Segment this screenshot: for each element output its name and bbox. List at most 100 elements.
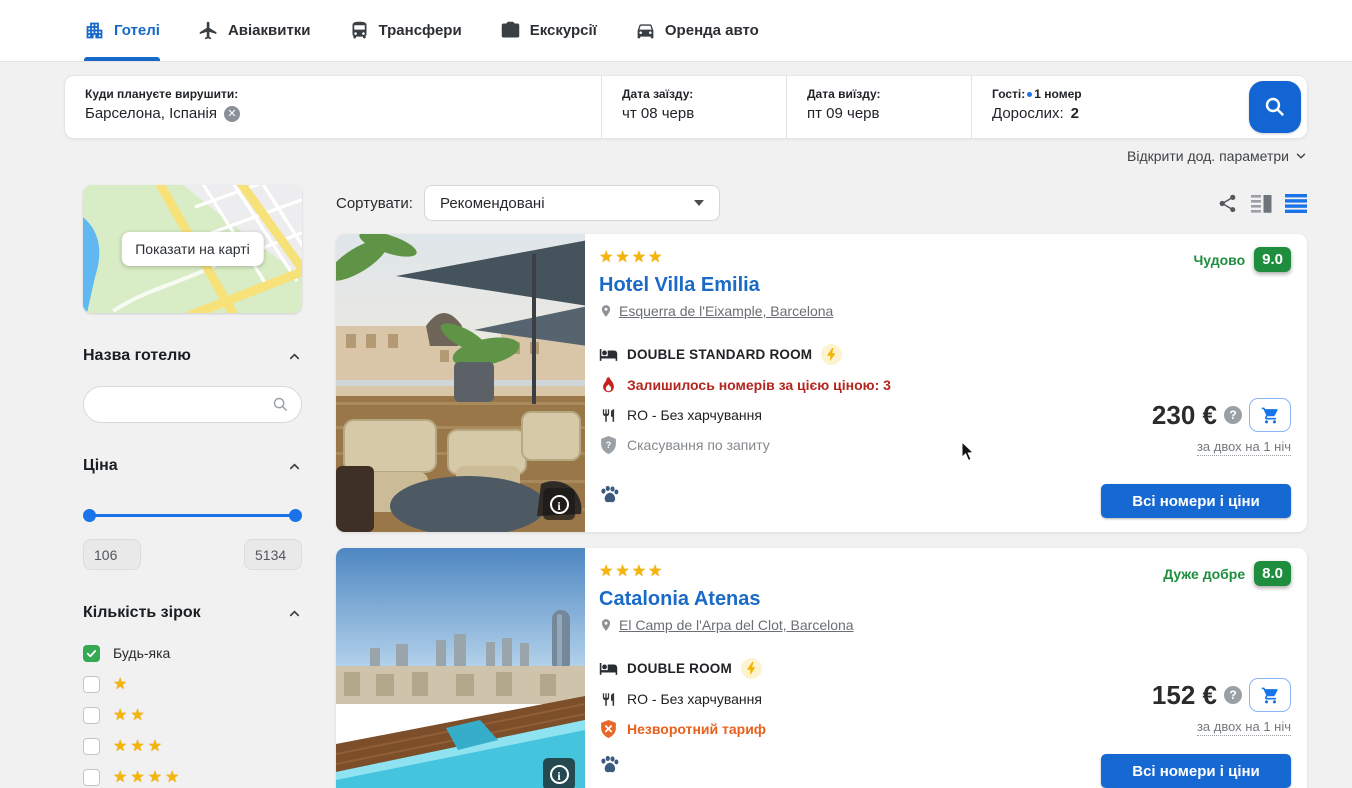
checkin-field[interactable]: Дата заїзду: чт 08 черв	[601, 76, 786, 138]
room-type-row: DOUBLE STANDARD ROOM	[599, 344, 1085, 365]
price-slider	[83, 509, 302, 522]
meal-row: RO - Без харчування	[599, 689, 1085, 709]
checkout-field[interactable]: Дата виїзду: пт 09 черв	[786, 76, 971, 138]
sort-dropdown[interactable]: Рекомендовані	[424, 185, 720, 221]
search-button[interactable]	[1249, 81, 1301, 133]
tab-flights[interactable]: Авіаквитки	[198, 0, 311, 61]
car-icon	[635, 20, 656, 41]
guests-rooms: 1 номер	[1034, 87, 1081, 101]
photo-info-icon[interactable]: i	[543, 758, 575, 788]
all-rooms-button[interactable]: Всі номери і ціни	[1101, 754, 1291, 788]
price-filter-title: Ціна	[83, 457, 118, 475]
grid-view-icon[interactable]	[1251, 194, 1272, 213]
price-slider-max-handle[interactable]	[289, 509, 302, 522]
hotel-photo[interactable]: i	[336, 234, 585, 532]
hotel-card: i ★★★★ Hotel Villa Emilia Esquerra de l'…	[336, 234, 1307, 532]
checkbox-checked-icon[interactable]	[83, 645, 100, 662]
share-icon[interactable]	[1217, 193, 1238, 214]
guests-field[interactable]: Гості: 1 номер Дорослих: 2	[971, 76, 1249, 138]
all-rooms-button[interactable]: Всі номери і ціни	[1101, 484, 1291, 518]
clear-destination-icon[interactable]: ✕	[224, 106, 240, 122]
show-on-map-button[interactable]: Показати на карті	[121, 232, 264, 266]
map-preview[interactable]: Показати на карті	[83, 185, 302, 313]
rating-score-badge: 8.0	[1254, 561, 1291, 586]
non-refundable-text: Незворотний тариф	[627, 721, 766, 737]
extra-params-link[interactable]: Відкрити дод. параметри	[1127, 148, 1308, 164]
hotel-name-filter: Назва готелю	[83, 347, 302, 423]
checkbox-icon[interactable]	[83, 738, 100, 755]
star-option-label: ★★	[113, 705, 148, 725]
camera-icon	[500, 20, 521, 41]
photo-info-icon[interactable]: i	[543, 488, 575, 520]
checkbox-icon[interactable]	[83, 676, 100, 693]
cart-icon	[1261, 686, 1280, 705]
fire-icon	[601, 376, 616, 394]
price-slider-track	[87, 514, 298, 517]
hotel-name-link[interactable]: Catalonia Atenas	[599, 588, 1085, 611]
tab-label: Авіаквитки	[228, 22, 311, 39]
add-to-cart-button[interactable]	[1249, 678, 1291, 712]
hotel-photo[interactable]: i	[336, 548, 585, 788]
price-note: за двох на 1 ніч	[1197, 439, 1291, 456]
cancellation-row: ? Скасування по запиту	[599, 435, 1085, 455]
tab-hotels[interactable]: Готелі	[84, 0, 160, 61]
hotel-name-filter-header[interactable]: Назва готелю	[83, 347, 302, 365]
bed-icon	[599, 345, 618, 364]
rating-block: Чудово 9.0	[1193, 247, 1291, 272]
star-option-2[interactable]: ★★	[83, 704, 302, 726]
svg-text:?: ?	[606, 440, 612, 450]
price-filter: Ціна	[83, 457, 302, 570]
checkin-value: чт 08 черв	[622, 105, 694, 122]
tab-car-rental[interactable]: Оренда авто	[635, 0, 759, 61]
adults-label: Дорослих:	[992, 105, 1064, 122]
hotel-card: i ★★★★ Catalonia Atenas El Camp de l'Arp…	[336, 548, 1307, 788]
price-min-input[interactable]	[83, 539, 141, 570]
star-option-label: ★	[113, 674, 130, 694]
price-filter-header[interactable]: Ціна	[83, 457, 302, 475]
tab-label: Готелі	[114, 22, 160, 39]
star-option-1[interactable]: ★	[83, 673, 302, 695]
hotel-location-link[interactable]: Esquerra de l'Eixample, Barcelona	[619, 303, 833, 319]
tariff-row: Незворотний тариф	[599, 719, 1085, 739]
guests-label: Гості:	[992, 87, 1025, 101]
price-note: за двох на 1 ніч	[1197, 719, 1291, 736]
hotel-price: 230 €	[1152, 400, 1217, 431]
star-option-3[interactable]: ★★★	[83, 735, 302, 757]
hotel-name-link[interactable]: Hotel Villa Emilia	[599, 274, 1085, 297]
hotel-name-input[interactable]	[83, 386, 302, 423]
instant-confirmation-icon	[741, 658, 762, 679]
price-slider-min-handle[interactable]	[83, 509, 96, 522]
checkbox-icon[interactable]	[83, 707, 100, 724]
extra-params-label: Відкрити дод. параметри	[1127, 148, 1289, 164]
chevron-up-icon	[287, 459, 302, 474]
hotel-location-link[interactable]: El Camp de l'Arpa del Clot, Barcelona	[619, 617, 854, 633]
tab-label: Екскурсії	[530, 22, 597, 39]
star-option-label: ★★★★	[113, 767, 182, 787]
destination-label: Куди плануєте вирушити:	[85, 87, 601, 101]
filters-sidebar: Показати на карті Назва готелю Ціна	[83, 185, 302, 788]
chevron-up-icon	[287, 349, 302, 364]
checkbox-icon[interactable]	[83, 769, 100, 786]
urgency-row: Залишилось номерів за цією ціною: 3	[599, 375, 1085, 395]
add-to-cart-button[interactable]	[1249, 398, 1291, 432]
star-option-4[interactable]: ★★★★	[83, 766, 302, 788]
hotel-price: 152 €	[1152, 680, 1217, 711]
star-option-any[interactable]: Будь-яка	[83, 642, 302, 664]
stars-filter-header[interactable]: Кількість зірок	[83, 604, 302, 622]
destination-field[interactable]: Куди плануєте вирушити: Барселона, Іспан…	[65, 76, 601, 138]
building-icon	[84, 20, 105, 41]
price-info-icon[interactable]: ?	[1224, 686, 1242, 704]
hotel-photo-pool	[336, 548, 585, 788]
tab-label: Трансфери	[379, 22, 462, 39]
sort-value: Рекомендовані	[440, 195, 545, 212]
price-info-icon[interactable]: ?	[1224, 406, 1242, 424]
hotel-stars: ★★★★	[599, 561, 1085, 581]
tab-excursions[interactable]: Екскурсії	[500, 0, 597, 61]
star-option-label: ★★★	[113, 736, 165, 756]
list-view-icon[interactable]	[1285, 194, 1307, 213]
tab-transfers[interactable]: Трансфери	[349, 0, 462, 61]
instant-confirmation-icon	[821, 344, 842, 365]
plane-icon	[198, 20, 219, 41]
search-icon	[272, 396, 289, 413]
price-max-input[interactable]	[244, 539, 302, 570]
